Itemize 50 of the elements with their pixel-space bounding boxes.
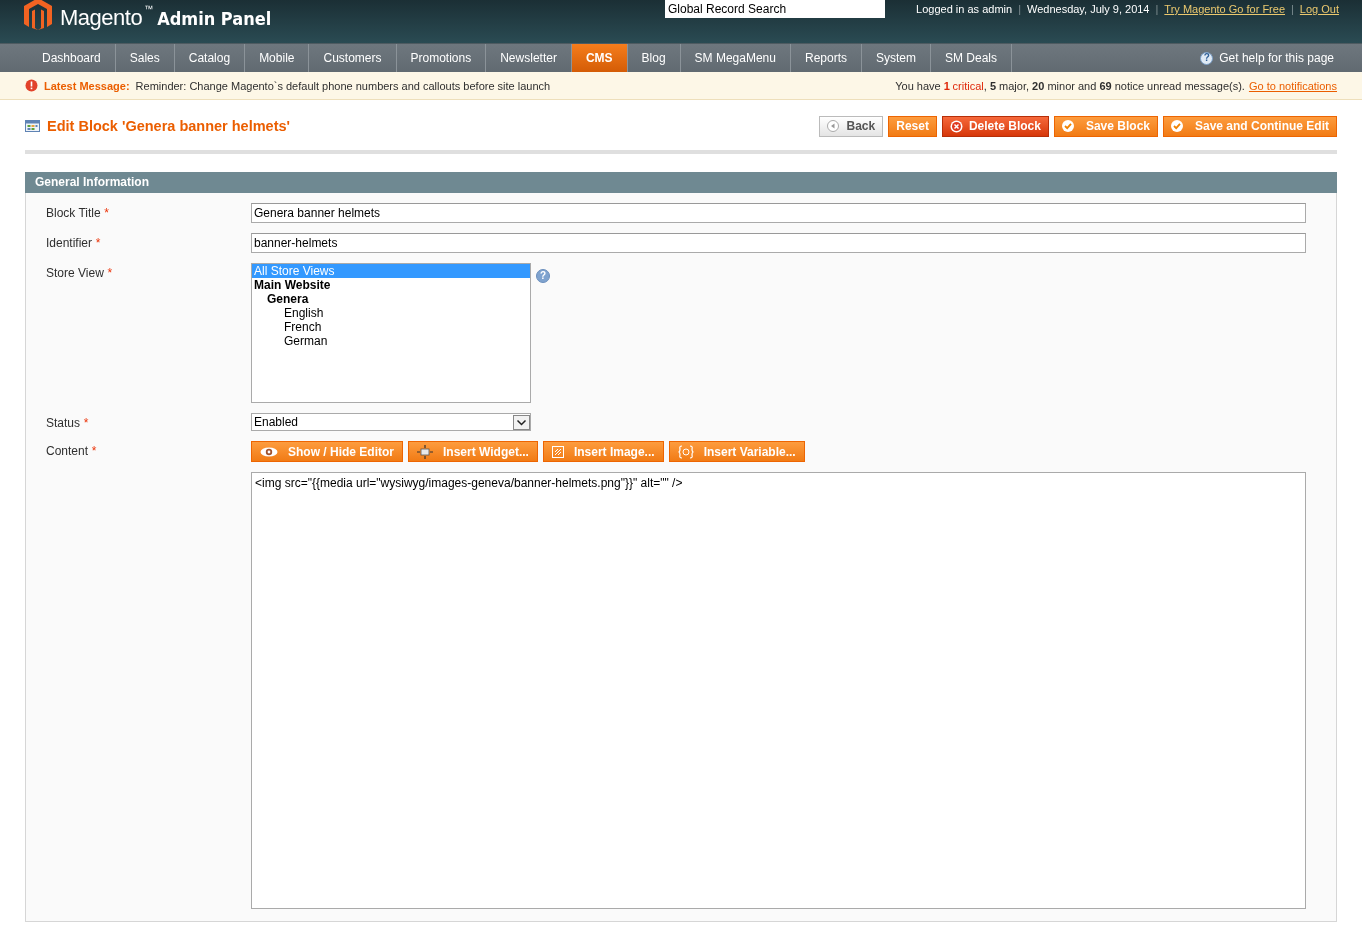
header-link[interactable]: Log Out — [1299, 3, 1339, 15]
image-icon — [551, 445, 564, 458]
store-view-option[interactable]: German — [252, 334, 530, 348]
header-text: Logged in as admin — [916, 3, 1013, 15]
message-text: Reminder: Change Magento`s default phone numbers and callouts before site launch — [135, 79, 551, 92]
logo-icon — [24, 0, 52, 30]
field-label: Store View * — [46, 266, 113, 280]
section-title: General Information — [35, 175, 150, 189]
header-link[interactable]: Try Magento Go for Free — [1164, 3, 1285, 15]
content-textarea[interactable]: <img src="{{media url="wysiwyg/images-geneva/banner-helmets.png"}}" alt="" /> — [251, 472, 1306, 909]
help-icon: ? — [536, 269, 550, 283]
text-field[interactable]: banner-helmets — [251, 233, 1306, 253]
nav-tab[interactable]: CMS — [571, 44, 628, 72]
separator: | — [1018, 3, 1021, 15]
logo-text: Magento — [60, 7, 143, 29]
text-field[interactable]: Genera banner helmets — [251, 203, 1306, 223]
global-search-field[interactable]: Global Record Search — [665, 0, 885, 18]
notice-summary: You have 1 critical, 5 major, 20 minor and 69 notice unread message(s). — [895, 79, 1245, 92]
store-view-option[interactable]: All Store Views — [252, 264, 530, 278]
store-view-option[interactable]: Main Website — [252, 278, 530, 292]
field-label: Identifier * — [46, 236, 101, 250]
message-label: Latest Message: — [44, 79, 130, 92]
page-title: Edit Block 'Genera banner helmets' — [47, 118, 290, 134]
header-text: Wednesday, July 9, 2014 — [1027, 3, 1150, 15]
checkmark-icon — [1061, 120, 1074, 132]
store-view-list[interactable]: All Store Views Main Website Genera English French German — [251, 263, 531, 403]
field-label: Content * — [46, 444, 97, 458]
help-icon: ? — [1200, 51, 1214, 65]
checkmark-icon — [1171, 120, 1183, 132]
eye-icon — [260, 446, 278, 457]
help-link[interactable]: Get help for this page — [1219, 51, 1334, 65]
field-label: Status * — [46, 416, 89, 430]
delete-button[interactable]: Delete Block — [941, 115, 1049, 137]
separator: | — [1291, 3, 1294, 15]
logo-subtitle: Admin Panel — [157, 9, 272, 29]
back-button[interactable]: Back — [818, 115, 884, 137]
store-view-option[interactable]: English — [252, 306, 530, 320]
variable-icon — [677, 444, 694, 459]
store-view-option[interactable]: Genera — [252, 292, 530, 306]
trademark-mark: ™ — [144, 4, 154, 14]
cross-circle-icon — [949, 119, 963, 133]
alert-icon — [25, 79, 38, 92]
arrow-left-icon — [826, 120, 839, 132]
notifications-link[interactable]: Go to notifications — [1248, 79, 1337, 92]
status-dropdown[interactable]: Enabled — [251, 413, 531, 431]
grid-icon — [25, 120, 40, 132]
store-view-option[interactable]: French — [252, 320, 530, 334]
separator: | — [1155, 3, 1159, 15]
widget-icon — [417, 444, 433, 459]
field-label: Block Title * — [46, 206, 109, 220]
